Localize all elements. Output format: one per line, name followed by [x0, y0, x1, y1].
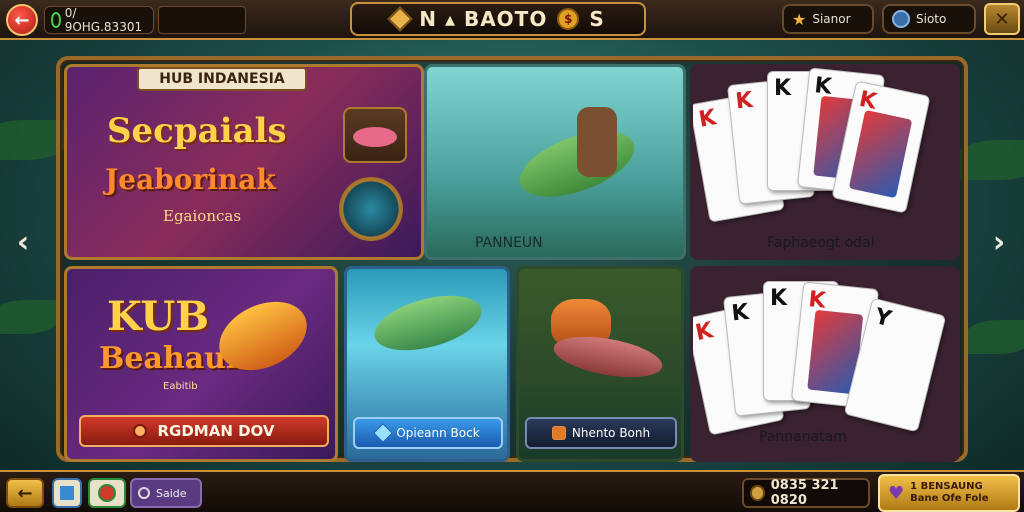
- badge-letter: S: [589, 7, 605, 31]
- fish-illustration: [550, 329, 666, 385]
- record-icon[interactable]: [88, 478, 126, 508]
- balance-icon: [51, 12, 61, 28]
- arrow-left-icon: ←: [14, 9, 30, 31]
- arrow-left-icon: ←: [17, 482, 33, 504]
- button-label: Opieann Bock: [396, 426, 480, 440]
- card-label: Pannanatam: [759, 429, 847, 445]
- promo-line1: 1 BENSAUNG: [910, 481, 983, 492]
- close-icon: ✕: [994, 8, 1010, 30]
- card-rank: Y: [872, 304, 894, 333]
- promo-line2: Bane Ofe Fole: [910, 493, 989, 504]
- coin-balance: 0835 321 0820: [742, 478, 870, 508]
- card-title-line3: Eabitib: [163, 381, 198, 392]
- inventory-icon[interactable]: [52, 478, 82, 508]
- banner-text: N ▴ BAOTO: [419, 7, 548, 31]
- fish-thumbnail: [343, 107, 407, 163]
- pill-label: Saide: [156, 486, 187, 500]
- open-book-button[interactable]: Opieann Bock: [353, 417, 503, 449]
- shield-icon: [551, 426, 566, 440]
- game-card-fish-promo[interactable]: KUB Beahauls Eabitib RGDMAN DOV: [64, 266, 338, 462]
- card-art: [848, 109, 913, 199]
- top-bar: ← 0/ 9OHG.83301 N ▴ BAOTO $ S ★ Sianor S…: [0, 0, 1024, 40]
- chevron-left-icon: ‹: [16, 224, 30, 260]
- game-card-ocean[interactable]: Opieann Bock: [344, 266, 510, 462]
- button-label: Nhento Bonh: [571, 426, 651, 440]
- chevron-right-icon: ›: [992, 224, 1006, 260]
- balance-display: 0/ 9OHG.83301: [44, 6, 154, 34]
- star-icon: ★: [792, 9, 807, 29]
- badge-icon: $: [557, 8, 580, 30]
- coin-icon: [750, 485, 765, 501]
- center-banner: N ▴ BAOTO $ S: [350, 2, 646, 36]
- card-rank: K: [693, 318, 716, 347]
- card-rank: K: [734, 87, 755, 115]
- diamond-icon: [373, 423, 394, 443]
- coin-amount: 0835 321 0820: [770, 478, 839, 508]
- card-label: PANNEUN: [475, 235, 543, 251]
- top-pill-profile[interactable]: Sioto: [882, 4, 976, 34]
- card-title-line2: Jeaborinak: [105, 163, 276, 196]
- card-title-line1: KUB: [107, 293, 210, 340]
- next-arrow-button[interactable]: ›: [986, 220, 1012, 264]
- side-menu-button[interactable]: Saide: [130, 478, 202, 508]
- empty-slot[interactable]: [158, 6, 246, 34]
- bonus-button[interactable]: Nhento Bonh: [525, 417, 677, 449]
- card-rank: K: [730, 299, 751, 327]
- game-card-tiger[interactable]: Nhento Bonh: [516, 266, 684, 462]
- game-card-featured[interactable]: HUB INDANESIA Secpaials Jeaborinak Egaio…: [64, 64, 424, 260]
- button-label: RGDMAN DOV: [157, 422, 275, 440]
- promo-button[interactable]: ♥ 1 BENSAUNG Bane Ofe Fole: [878, 474, 1020, 512]
- fish-illustration: [368, 285, 488, 361]
- rider-illustration: [577, 107, 617, 177]
- card-title-line1: Secpaials: [107, 111, 287, 151]
- shield-icon: [339, 177, 403, 241]
- card-label: Faphaeogt odal: [767, 235, 875, 251]
- profile-icon: [892, 10, 910, 28]
- pill-label: Sianor: [812, 12, 851, 26]
- game-card-poker[interactable]: K K K K K Faphaeogt odal: [690, 64, 960, 260]
- top-pill-star[interactable]: ★ Sianor: [782, 4, 874, 34]
- card-rank: K: [770, 286, 788, 311]
- ring-icon: [138, 487, 150, 499]
- leaf-decoration: [964, 320, 1024, 354]
- pill-label: Sioto: [916, 12, 947, 26]
- game-card-poker-2[interactable]: K K K K Y Pannanatam: [690, 266, 960, 462]
- clock-icon: [133, 424, 148, 438]
- gem-icon: [387, 6, 413, 32]
- close-button[interactable]: ✕: [984, 3, 1020, 35]
- heart-icon: ♥: [888, 482, 905, 504]
- play-button[interactable]: RGDMAN DOV: [79, 415, 329, 447]
- card-title-line3: Egaioncas: [163, 207, 242, 225]
- card-rank: K: [696, 105, 719, 133]
- bottom-bar: ← Saide 0835 321 0820 ♥ 1 BENSAUNG Bane …: [0, 470, 1024, 512]
- game-card-fishing[interactable]: PANNEUN: [424, 64, 686, 260]
- prev-arrow-button[interactable]: ‹: [10, 220, 36, 264]
- card-rank: K: [774, 76, 792, 101]
- balance-text: 0/ 9OHG.83301: [64, 6, 143, 34]
- back-button[interactable]: ←: [6, 478, 44, 508]
- card-title-plate: HUB INDANESIA: [137, 67, 307, 91]
- back-button[interactable]: ←: [6, 4, 38, 36]
